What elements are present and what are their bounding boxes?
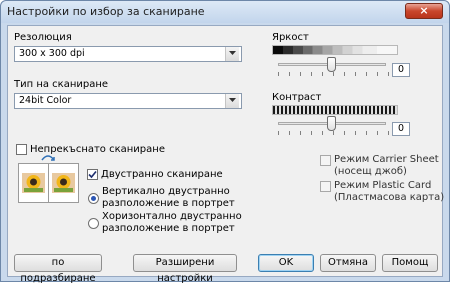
contrast-label: Контраст [272,92,322,103]
horizontal-duplex-line2: разположение в портрет [102,223,235,234]
continuous-scan-checkbox[interactable] [16,144,27,155]
brightness-gradient [272,45,398,55]
brightness-slider-thumb[interactable] [327,57,336,72]
duplex-scan-label: Двустранно сканиране [101,169,223,180]
vertical-duplex-line1: Вертикално двустранно [102,186,230,197]
duplex-arrows-icon [41,155,55,161]
brightness-label: Яркост [272,32,309,43]
plastic-card-checkbox[interactable] [320,181,331,192]
brightness-value[interactable]: 0 [392,63,410,77]
advanced-settings-button[interactable]: Разширени настройки [133,254,237,284]
duplex-scan-checkbox[interactable] [87,169,98,180]
vertical-duplex-radio[interactable] [88,193,99,204]
horizontal-duplex-line1: Хоризонтално двустранно [102,211,242,222]
ok-button[interactable]: OK [258,254,314,272]
carrier-sheet-checkbox[interactable] [320,155,331,166]
scan-type-value: 24bit Color [19,95,72,106]
carrier-sheet-line1: Режим Carrier Sheet [334,154,439,165]
default-button[interactable]: по подразбиране [14,254,102,284]
duplex-flower-image-icon [48,163,79,203]
duplex-flower-image-icon [18,163,49,203]
cancel-button[interactable]: Отмяна [320,254,376,272]
vertical-duplex-line2: разположение в портрет [102,198,235,209]
contrast-pattern [272,105,398,115]
resolution-label: Резолюция [14,32,72,43]
horizontal-duplex-radio[interactable] [88,218,99,229]
dropdown-arrow-icon [225,94,239,108]
help-button[interactable]: Помощ [382,254,438,272]
plastic-card-line1: Режим Plastic Card [334,180,432,191]
dropdown-arrow-icon [225,47,239,61]
close-button[interactable]: × [405,3,443,19]
checkmark-icon [88,170,97,179]
scan-type-label: Тип на сканиране [14,79,109,90]
brightness-ticks [278,72,390,76]
contrast-value[interactable]: 0 [392,122,410,136]
contrast-ticks [278,131,390,135]
resolution-select[interactable]: 300 x 300 dpi [14,46,242,62]
plastic-card-line2: (Пластмасова карта) [334,192,445,203]
resolution-value: 300 x 300 dpi [19,48,85,59]
titlebar[interactable]: Настройки по избор за сканиране × [1,1,449,23]
close-icon: × [419,4,429,17]
scan-settings-dialog: Настройки по избор за сканиране × Резолю… [0,0,450,284]
dialog-body: Резолюция 300 x 300 dpi Тип на сканиране… [7,25,445,284]
window-title: Настройки по избор за сканиране [7,5,205,18]
contrast-slider-thumb[interactable] [327,116,336,131]
scan-type-select[interactable]: 24bit Color [14,93,242,109]
carrier-sheet-line2: (носещ джоб) [334,166,407,177]
